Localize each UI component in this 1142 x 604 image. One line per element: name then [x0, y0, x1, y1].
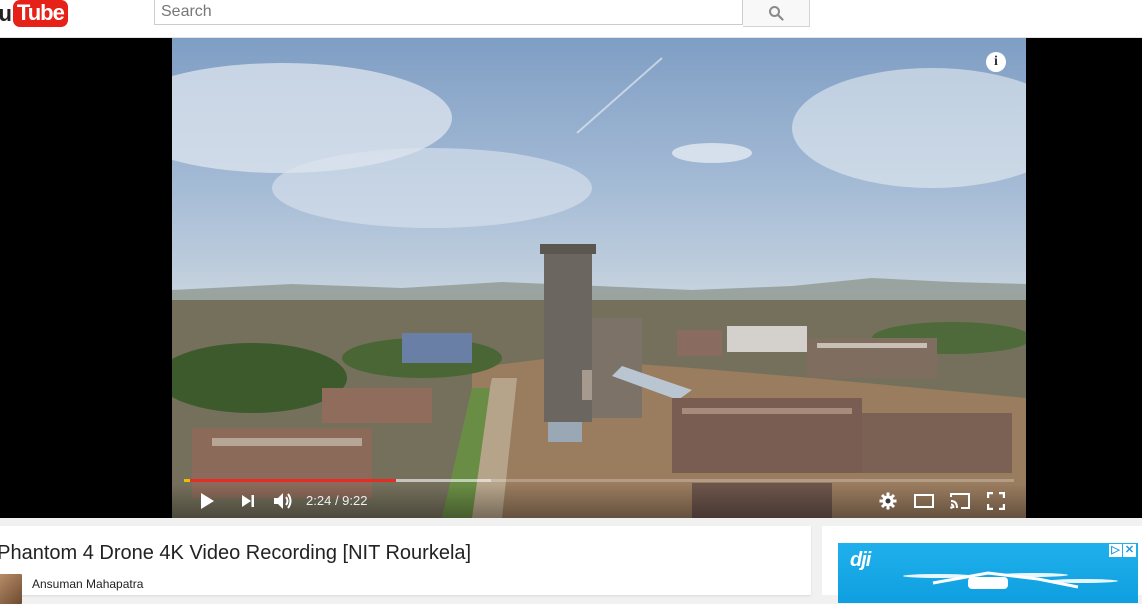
play-button[interactable]: [195, 490, 219, 512]
search-bar: [154, 0, 810, 27]
settings-icon: [879, 492, 897, 510]
theater-button[interactable]: [912, 490, 936, 512]
info-icon[interactable]: i: [986, 52, 1006, 72]
player-controls: 2:24 / 9:22: [172, 484, 1026, 518]
search-button[interactable]: [743, 0, 810, 27]
volume-icon: [274, 493, 292, 509]
video-title: I Phantom 4 Drone 4K Video Recording [NI…: [0, 542, 472, 564]
youtube-logo[interactable]: ou Tube: [0, 0, 68, 27]
fullscreen-icon: [987, 492, 1005, 510]
search-icon: [769, 6, 784, 21]
fullscreen-button[interactable]: [984, 490, 1008, 512]
progress-bar[interactable]: [184, 479, 1014, 482]
video-info-card: I Phantom 4 Drone 4K Video Recording [NI…: [0, 526, 811, 604]
video-frame[interactable]: i 2:24 / 9:22: [172, 38, 1026, 518]
next-button[interactable]: [236, 490, 260, 512]
adchoices-icon[interactable]: ▷: [1109, 544, 1122, 557]
player-container: i 2:24 / 9:22: [0, 38, 1142, 518]
search-input[interactable]: [154, 0, 743, 25]
video-scene: [172, 57, 1026, 518]
progress-played: [184, 479, 397, 482]
time-display: 2:24 / 9:22: [306, 493, 367, 508]
channel-name[interactable]: Ansuman Mahapatra: [32, 577, 143, 591]
ad-controls: ▷ ✕: [1109, 544, 1136, 557]
drone-image: [903, 571, 1118, 589]
progress-start-marker: [184, 479, 190, 482]
ad-card: dji ▷ ✕: [822, 526, 1142, 603]
masthead: ou Tube: [0, 0, 1142, 38]
channel-avatar[interactable]: [0, 574, 22, 604]
duration: 9:22: [342, 493, 368, 508]
volume-button[interactable]: [271, 490, 295, 512]
cast-icon: [950, 493, 970, 509]
theater-icon: [914, 494, 934, 508]
logo-you-text: ou: [0, 0, 12, 26]
play-icon: [201, 493, 214, 509]
settings-button[interactable]: [876, 490, 900, 512]
ad-banner[interactable]: dji ▷ ✕: [838, 543, 1138, 603]
close-icon[interactable]: ✕: [1123, 544, 1136, 557]
next-icon: [242, 495, 254, 507]
cast-button[interactable]: [948, 490, 972, 512]
logo-tube-text: Tube: [12, 0, 68, 27]
current-time: 2:24: [306, 493, 332, 508]
